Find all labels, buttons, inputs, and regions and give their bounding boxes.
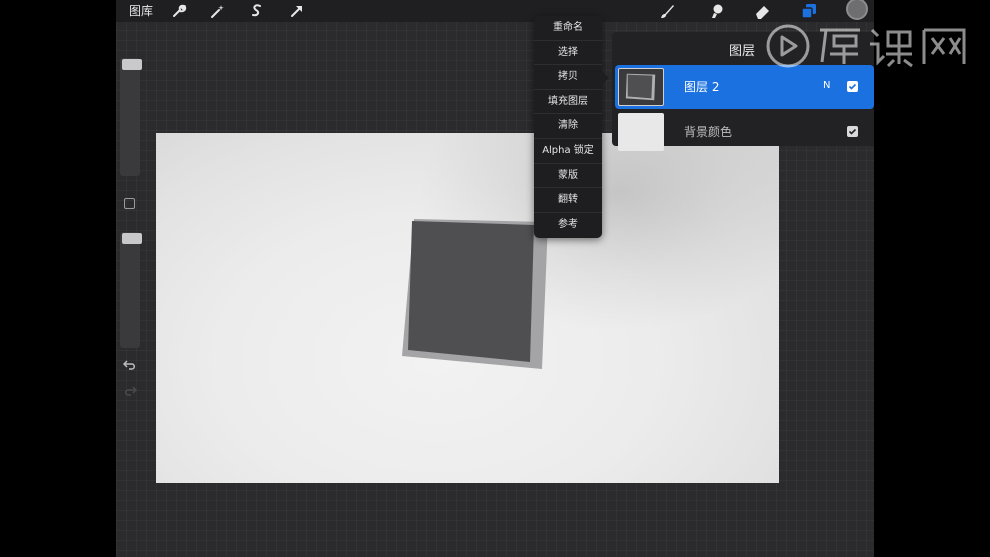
gallery-button[interactable]: 图库 <box>129 2 153 19</box>
layer-options-menu: 重命名 选择 拷贝 填充图层 清除 Alpha 锁定 蒙版 翻转 参考 <box>534 16 602 238</box>
smudge-icon[interactable] <box>706 2 724 20</box>
layer-name: 背景颜色 <box>684 125 733 139</box>
blend-mode-button[interactable]: N <box>823 80 830 91</box>
menu-item-copy[interactable]: 拷贝 <box>534 65 602 90</box>
layer-visibility-checkbox[interactable] <box>847 126 858 137</box>
layer-thumbnail[interactable] <box>618 113 664 151</box>
menu-item-mask[interactable]: 蒙版 <box>534 164 602 189</box>
menu-item-alpha-lock[interactable]: Alpha 锁定 <box>534 139 602 164</box>
drawn-square <box>402 219 548 369</box>
brush-size-thumb[interactable] <box>122 59 142 70</box>
drawing-canvas[interactable] <box>156 133 779 483</box>
undo-icon[interactable] <box>123 358 137 372</box>
magic-wand-icon[interactable] <box>208 2 226 20</box>
menu-item-clear[interactable]: 清除 <box>534 114 602 139</box>
wrench-icon[interactable] <box>170 2 188 20</box>
color-swatch[interactable] <box>846 0 868 20</box>
selection-icon[interactable] <box>248 2 266 20</box>
layers-icon[interactable] <box>800 2 818 20</box>
procreate-app: 图库 重命名 选择 拷贝 填充图层 清除 Alpha 锁定 蒙版 翻转 参考 图… <box>116 0 874 557</box>
layer-thumbnail[interactable] <box>618 68 664 106</box>
transform-arrow-icon[interactable] <box>288 2 306 20</box>
redo-icon[interactable] <box>123 384 137 398</box>
opacity-slider[interactable] <box>120 232 142 348</box>
menu-pointer <box>600 70 609 86</box>
modify-square[interactable] <box>124 198 135 209</box>
top-toolbar: 图库 <box>116 0 874 22</box>
opacity-thumb[interactable] <box>122 233 142 244</box>
layers-panel-title: 图层 <box>729 44 756 59</box>
eraser-icon[interactable] <box>753 2 771 20</box>
brush-icon[interactable] <box>658 2 676 20</box>
menu-item-rename[interactable]: 重命名 <box>534 16 602 41</box>
watermark-logo <box>760 20 972 72</box>
menu-item-select[interactable]: 选择 <box>534 41 602 66</box>
menu-item-flip[interactable]: 翻转 <box>534 188 602 213</box>
layer-visibility-checkbox[interactable] <box>847 81 858 92</box>
brush-size-slider[interactable] <box>120 58 142 176</box>
layer-row-background-color[interactable]: 背景颜色 <box>615 110 874 154</box>
menu-item-fill-layer[interactable]: 填充图层 <box>534 90 602 115</box>
layer-name: 图层 2 <box>684 80 720 94</box>
menu-item-reference[interactable]: 参考 <box>534 213 602 238</box>
